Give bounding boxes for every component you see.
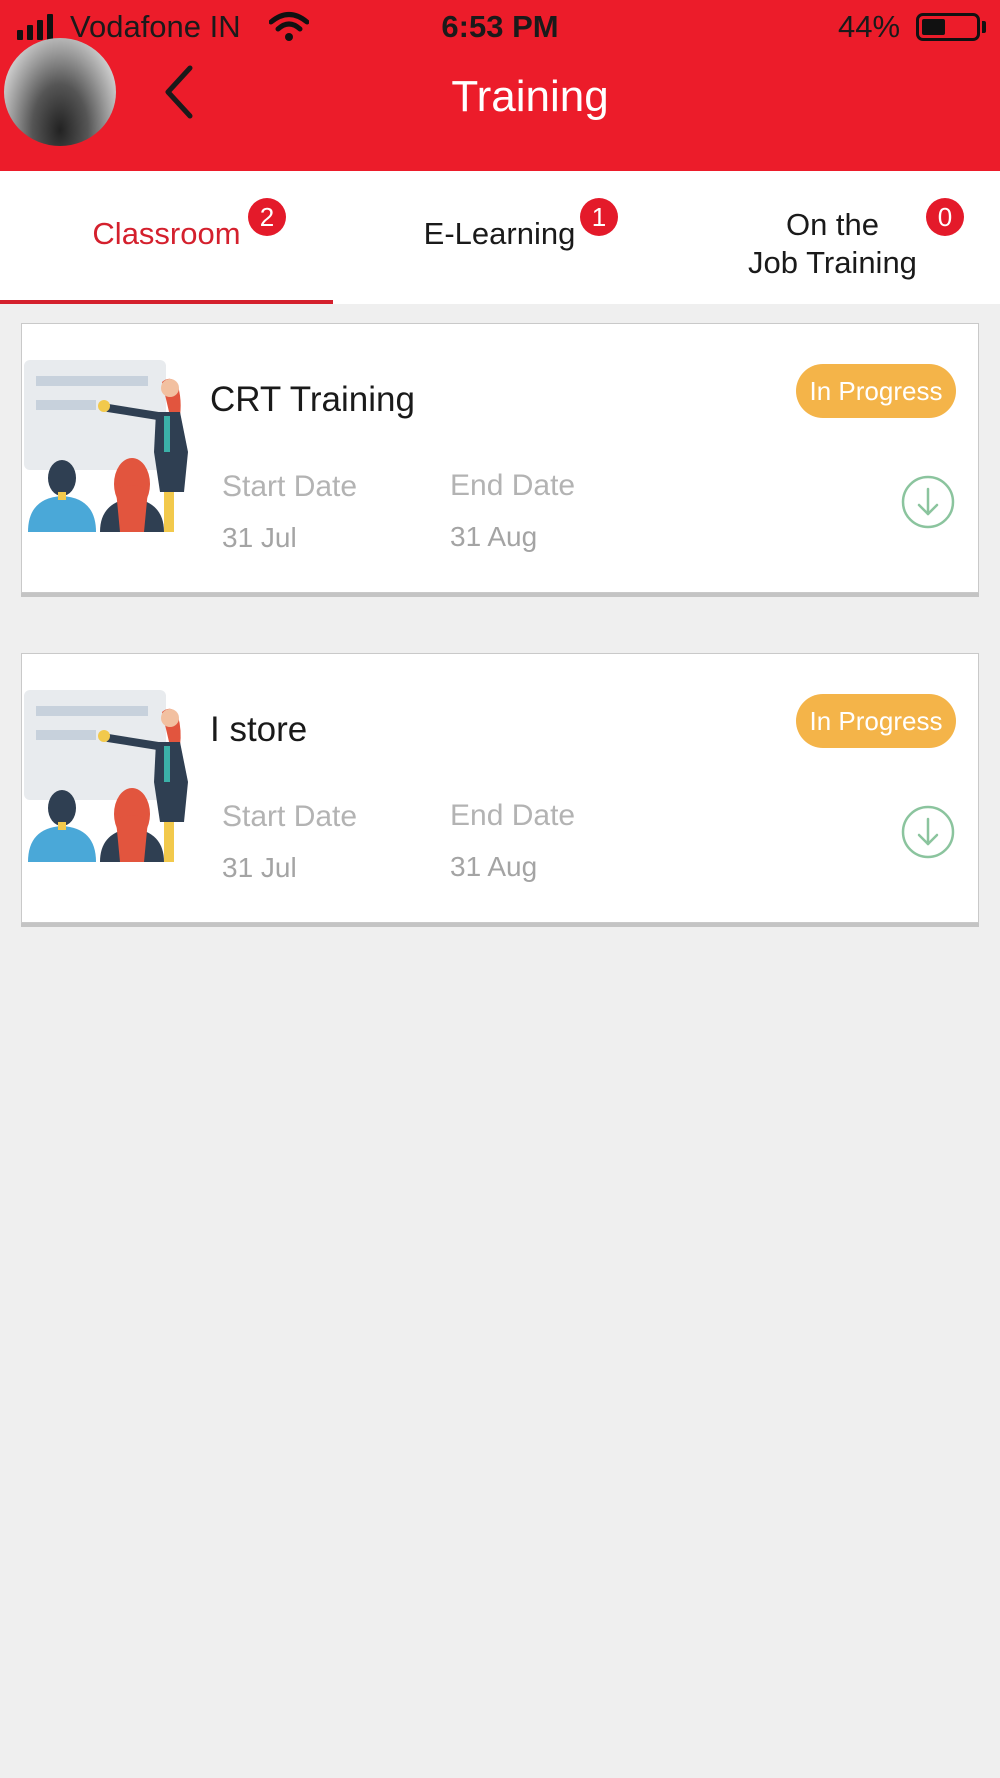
training-title: CRT Training [210, 380, 415, 419]
training-card[interactable]: I store In Progress Start Date End Date … [21, 653, 979, 923]
tab-bar: Classroom 2 E-Learning 1 On the Job Trai… [0, 171, 1000, 304]
tab-on-the-job-training[interactable]: On the Job Training 0 [666, 171, 999, 304]
battery-percent: 44% [838, 9, 901, 44]
status-badge: In Progress [796, 694, 956, 748]
start-date-value: 31 Jul [222, 852, 297, 883]
tab-badge: 1 [580, 198, 618, 236]
end-date-value: 31 Aug [450, 521, 538, 552]
start-date-value: 31 Jul [222, 522, 297, 553]
training-title: I store [210, 710, 308, 749]
training-card[interactable]: CRT Training In Progress Start Date End … [21, 323, 979, 593]
download-icon[interactable] [900, 474, 956, 530]
end-date-label: End Date [450, 799, 576, 832]
battery-level [922, 19, 945, 35]
page-title: Training [451, 72, 609, 121]
end-date-label: End Date [450, 469, 576, 502]
status-badge: In Progress [796, 364, 956, 418]
battery-icon [916, 13, 980, 41]
tab-badge: 2 [248, 198, 286, 236]
classroom-illustration [24, 360, 188, 532]
tab-label-line-2: Job Training [748, 245, 917, 280]
end-date-value: 31 Aug [450, 851, 538, 882]
status-bar: Vodafone IN 6:53 PM 44% [0, 0, 1000, 54]
active-tab-indicator [0, 300, 333, 304]
tab-e-learning[interactable]: E-Learning 1 [333, 171, 666, 304]
app-header: Vodafone IN 6:53 PM 44% Training [0, 0, 1000, 171]
tab-classroom[interactable]: Classroom 2 [0, 171, 333, 304]
classroom-illustration [24, 690, 188, 862]
start-date-label: Start Date [222, 470, 358, 503]
battery-nub [982, 21, 986, 33]
tab-badge: 0 [926, 198, 964, 236]
download-icon[interactable] [900, 804, 956, 860]
start-date-label: Start Date [222, 800, 358, 833]
